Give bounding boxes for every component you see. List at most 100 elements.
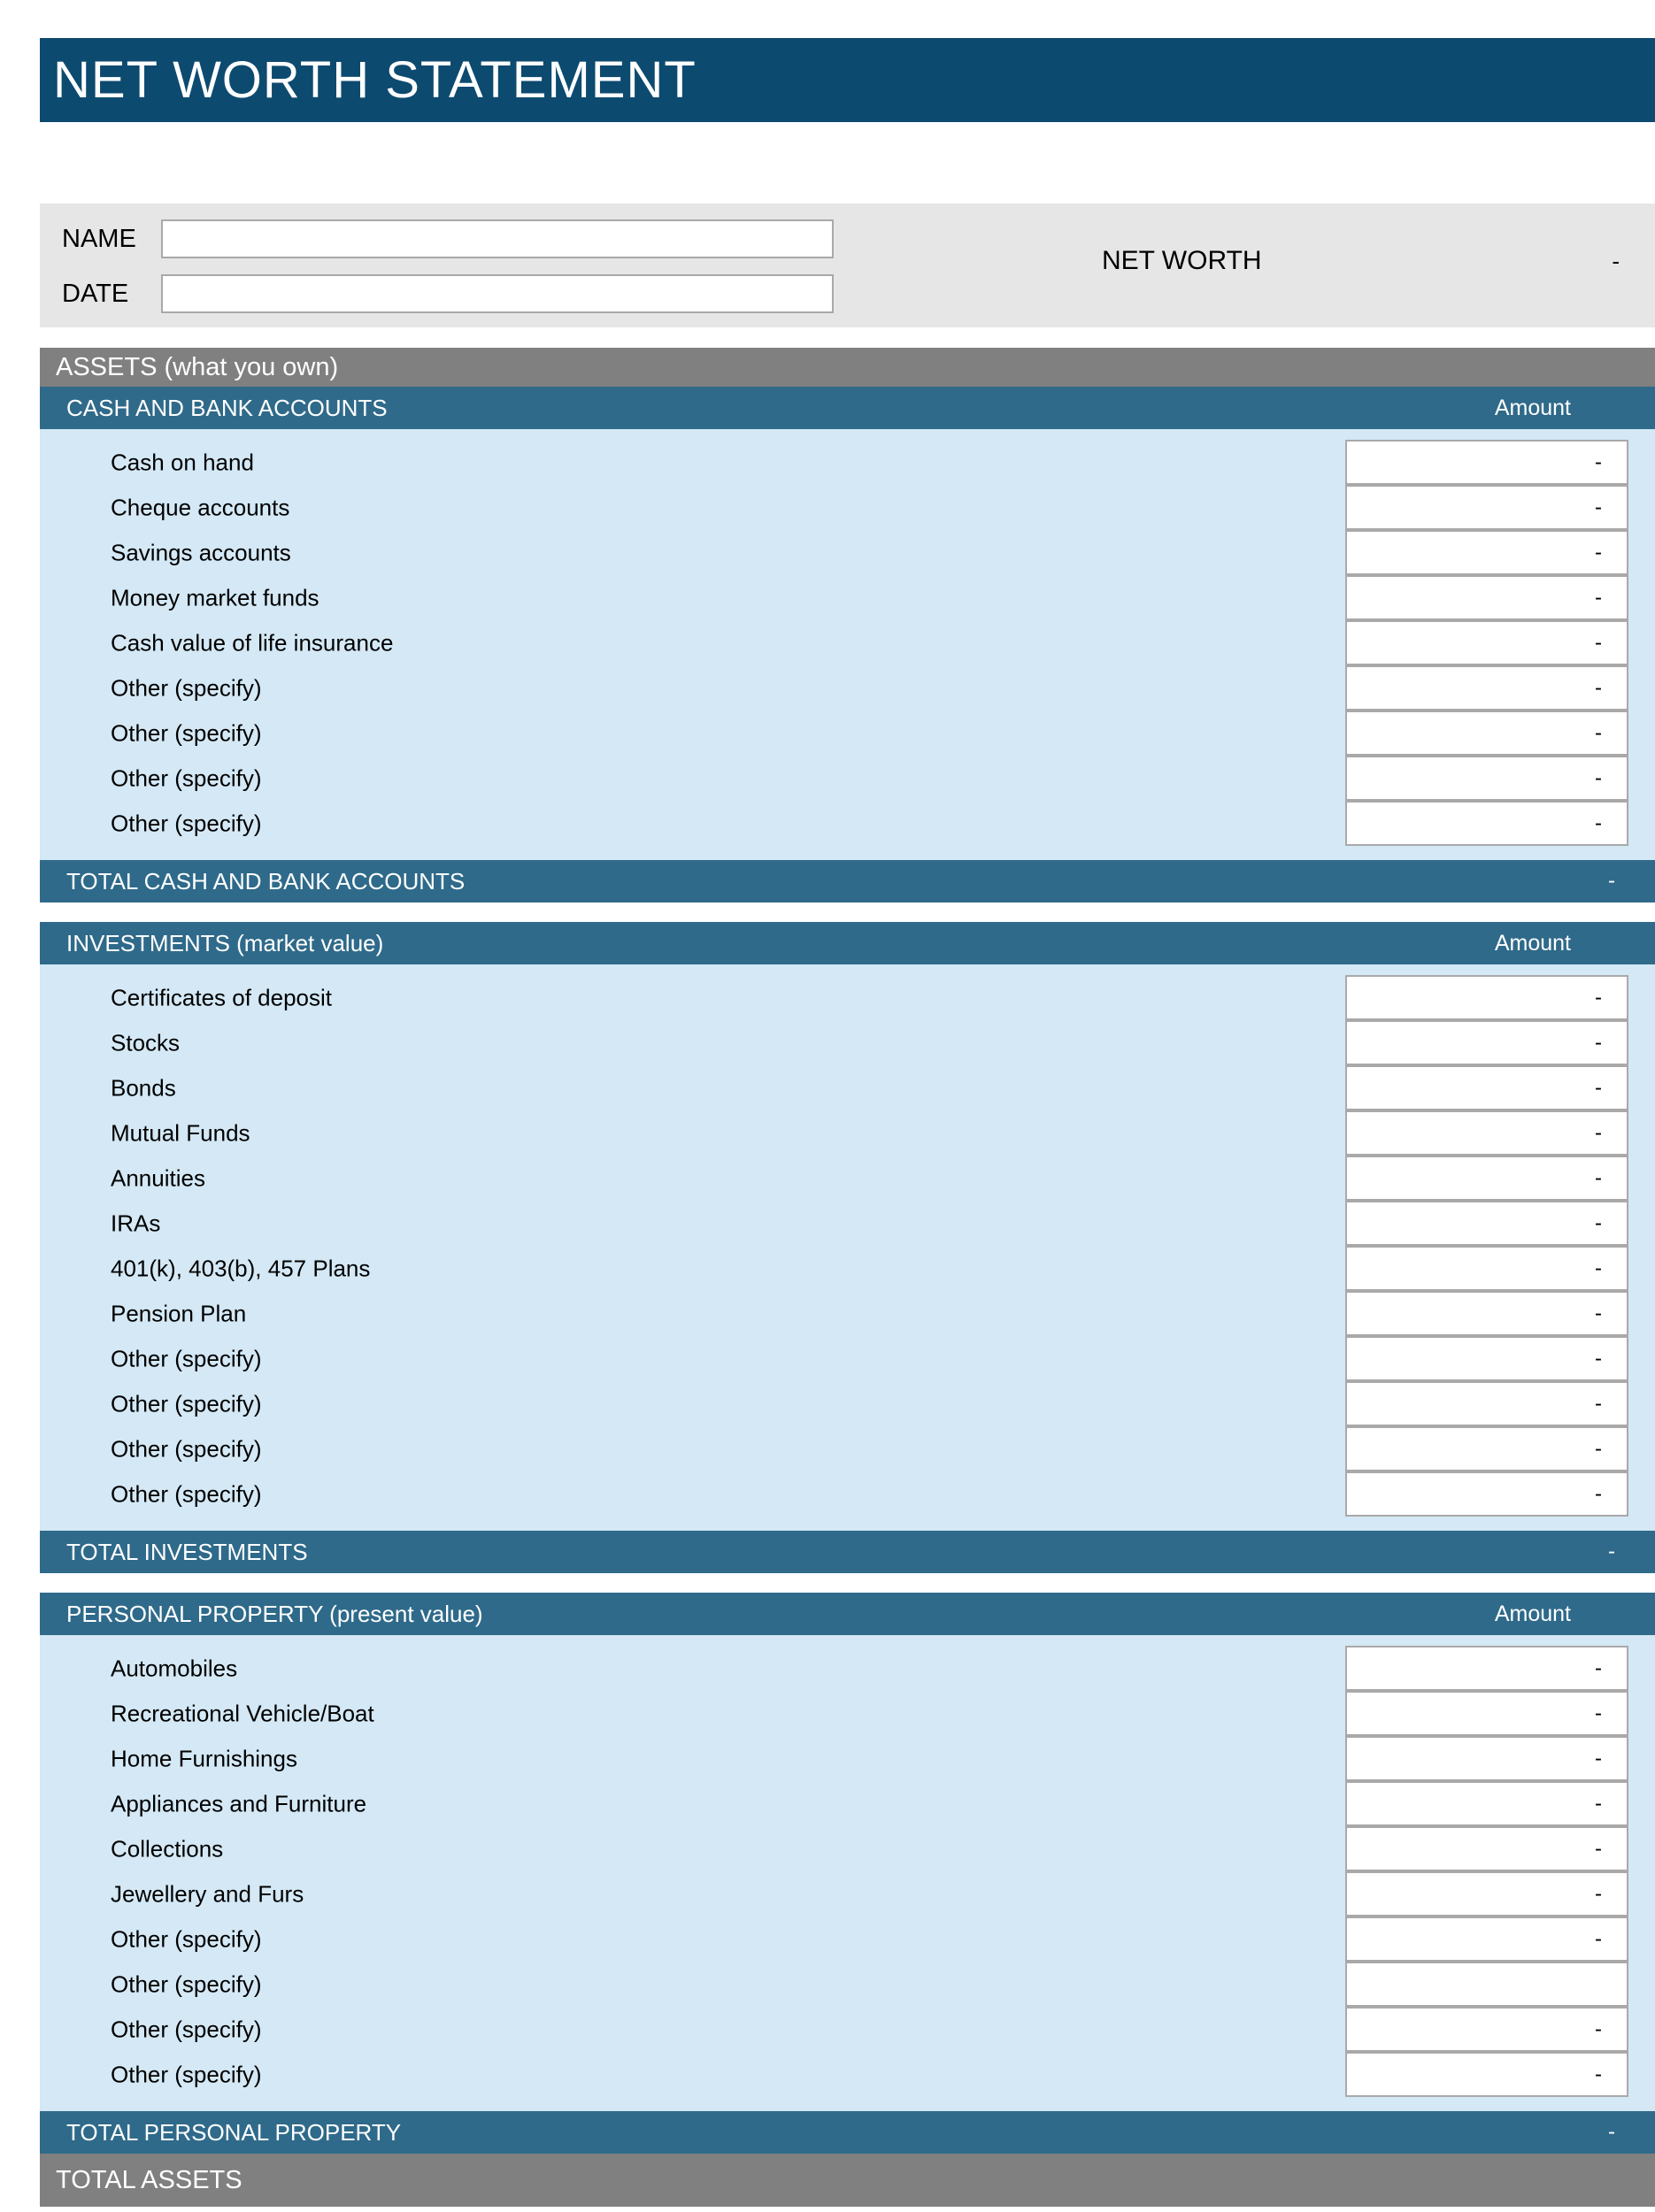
table-row: Home Furnishings - — [40, 1736, 1655, 1781]
item-label: Money market funds — [111, 584, 319, 611]
item-amount-input[interactable]: - — [1345, 2052, 1628, 2097]
item-amount-input[interactable]: - — [1345, 485, 1628, 530]
table-row: 401(k), 403(b), 457 Plans - — [40, 1246, 1655, 1291]
item-label: Bonds — [111, 1074, 176, 1101]
table-row: Cheque accounts - — [40, 485, 1655, 530]
item-label: Cash value of life insurance — [111, 629, 394, 656]
item-label: Other (specify) — [111, 1345, 262, 1371]
item-amount-input[interactable]: - — [1345, 1916, 1628, 1962]
item-label: Other (specify) — [111, 1480, 262, 1507]
table-row: Stocks - — [40, 1020, 1655, 1065]
item-label: Other (specify) — [111, 810, 262, 836]
section-header-label: INVESTMENTS (market value) — [66, 929, 384, 956]
item-amount-input[interactable]: - — [1345, 1646, 1628, 1691]
item-amount-input[interactable]: - — [1345, 1471, 1628, 1517]
name-field-row: NAME — [62, 219, 834, 258]
item-label: Other (specify) — [111, 674, 262, 701]
item-label: Recreational Vehicle/Boat — [111, 1700, 374, 1726]
item-amount-input[interactable]: - — [1345, 620, 1628, 665]
item-amount-input[interactable]: - — [1345, 2007, 1628, 2052]
total-value: - — [1608, 869, 1615, 893]
item-amount-input[interactable]: - — [1345, 1871, 1628, 1916]
table-row: Other (specify) - — [40, 1381, 1655, 1426]
item-amount-input[interactable]: - — [1345, 665, 1628, 710]
item-amount-input[interactable]: - — [1345, 1246, 1628, 1291]
net-worth-summary: NET WORTH - — [1102, 246, 1651, 276]
table-row: Other (specify) - — [40, 665, 1655, 710]
section-header-label: CASH AND BANK ACCOUNTS — [66, 394, 388, 421]
amount-column-header: Amount — [1494, 395, 1571, 420]
date-input[interactable] — [161, 274, 834, 313]
item-label: Stocks — [111, 1029, 181, 1056]
total-assets-row: TOTAL ASSETS — [40, 2154, 1655, 2207]
net-worth-label: NET WORTH — [1102, 246, 1262, 275]
items-block-bottom-padding — [40, 2097, 1655, 2111]
table-row: Recreational Vehicle/Boat - — [40, 1691, 1655, 1736]
table-row: IRAs - — [40, 1201, 1655, 1246]
item-label: 401(k), 403(b), 457 Plans — [111, 1255, 371, 1281]
amount-column-header: Amount — [1494, 1601, 1571, 1626]
table-row: Other (specify) - — [40, 801, 1655, 846]
item-label: Other (specify) — [111, 719, 262, 746]
document-title-bar: NET WORTH STATEMENT — [40, 38, 1655, 122]
total-label: TOTAL INVESTMENTS — [66, 1538, 308, 1565]
item-amount-input[interactable]: - — [1345, 1065, 1628, 1110]
item-amount-input[interactable]: - — [1345, 1691, 1628, 1736]
item-label: Other (specify) — [111, 2016, 262, 2042]
item-amount-input[interactable]: - — [1345, 975, 1628, 1020]
table-row: Annuities - — [40, 1156, 1655, 1201]
item-amount-input[interactable]: - — [1345, 1426, 1628, 1471]
section-header-personal-property: PERSONAL PROPERTY (present value) Amount — [40, 1593, 1655, 1635]
item-label: Other (specify) — [111, 1925, 262, 1952]
name-input[interactable] — [161, 219, 834, 258]
total-value: - — [1608, 2120, 1615, 2144]
item-label: Mutual Funds — [111, 1119, 250, 1146]
item-label: Pension Plan — [111, 1300, 247, 1326]
item-amount-input[interactable]: - — [1345, 1156, 1628, 1201]
item-amount-input[interactable]: - — [1345, 801, 1628, 846]
item-amount-input[interactable]: - — [1345, 756, 1628, 801]
name-label: NAME — [62, 224, 136, 253]
table-row: Other (specify) - — [40, 2052, 1655, 2097]
total-label: TOTAL PERSONAL PROPERTY — [66, 2118, 402, 2146]
table-row: Other (specify) - — [40, 2007, 1655, 2052]
net-worth-value: - — [1612, 247, 1620, 274]
table-row: Other (specify) - — [40, 1916, 1655, 1962]
info-panel: NAME DATE NET WORTH - — [40, 204, 1655, 327]
items-block-bottom-padding — [40, 846, 1655, 860]
item-label: Other (specify) — [111, 764, 262, 791]
item-amount-input[interactable]: - — [1345, 1381, 1628, 1426]
table-row: Cash on hand - — [40, 440, 1655, 485]
item-amount-input[interactable] — [1345, 1962, 1628, 2007]
items-block-cash-and-bank-accounts: Cash on hand - Cheque accounts - Savings acc… — [40, 429, 1655, 860]
item-amount-input[interactable]: - — [1345, 1336, 1628, 1381]
table-row: Other (specify) - — [40, 1426, 1655, 1471]
total-row-personal-property: TOTAL PERSONAL PROPERTY - — [40, 2111, 1655, 2154]
table-row: Other (specify) - — [40, 710, 1655, 756]
item-amount-input[interactable]: - — [1345, 530, 1628, 575]
total-row-investments: TOTAL INVESTMENTS - — [40, 1531, 1655, 1573]
page-title: NET WORTH STATEMENT — [53, 51, 697, 109]
item-amount-input[interactable]: - — [1345, 575, 1628, 620]
item-amount-input[interactable]: - — [1345, 1781, 1628, 1826]
item-amount-input[interactable]: - — [1345, 440, 1628, 485]
item-amount-input[interactable]: - — [1345, 1826, 1628, 1871]
items-block-investments: Certificates of deposit - Stocks - Bonds - Mut… — [40, 964, 1655, 1531]
item-amount-input[interactable]: - — [1345, 1201, 1628, 1246]
table-row: Mutual Funds - — [40, 1110, 1655, 1156]
item-amount-input[interactable]: - — [1345, 1110, 1628, 1156]
item-amount-input[interactable]: - — [1345, 710, 1628, 756]
item-label: IRAs — [111, 1210, 161, 1236]
item-amount-input[interactable]: - — [1345, 1291, 1628, 1336]
item-label: Annuities — [111, 1164, 205, 1191]
item-amount-input[interactable]: - — [1345, 1020, 1628, 1065]
item-label: Other (specify) — [111, 2061, 262, 2087]
item-amount-input[interactable]: - — [1345, 1736, 1628, 1781]
table-row: Bonds - — [40, 1065, 1655, 1110]
item-label: Savings accounts — [111, 539, 291, 565]
table-row: Jewellery and Furs - — [40, 1871, 1655, 1916]
item-label: Collections — [111, 1835, 224, 1862]
table-row: Cash value of life insurance - — [40, 620, 1655, 665]
table-row: Other (specify) - — [40, 1336, 1655, 1381]
date-label: DATE — [62, 279, 129, 308]
